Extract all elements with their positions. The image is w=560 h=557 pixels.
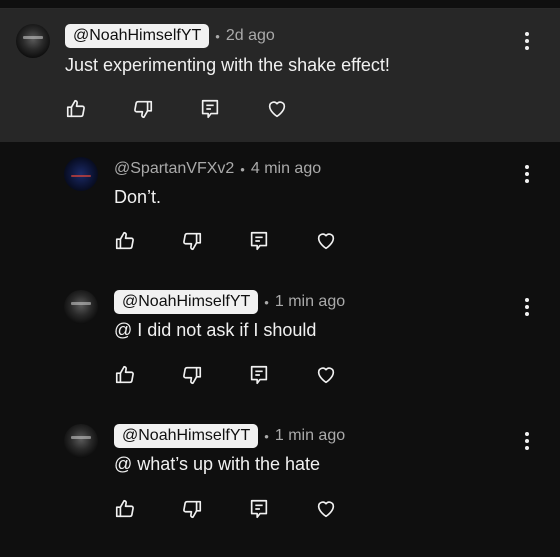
more-options-button[interactable] [517, 162, 537, 186]
thumbs-down-icon [183, 232, 202, 251]
avatar[interactable] [64, 157, 98, 191]
heart-button[interactable] [265, 97, 289, 121]
reply-icon [250, 499, 268, 519]
thumbs-up-icon [115, 499, 134, 518]
comment-actions [64, 97, 332, 121]
reply-button[interactable] [198, 97, 222, 121]
heart-icon [317, 501, 335, 518]
dislike-button[interactable] [131, 97, 155, 121]
dislike-button[interactable] [180, 497, 204, 521]
like-button[interactable] [113, 363, 137, 387]
like-button[interactable] [113, 229, 137, 253]
avatar[interactable] [64, 424, 98, 458]
comment-header: @SpartanVFXv2 • 4 min ago [114, 156, 321, 182]
comment-actions [113, 229, 381, 253]
author-handle[interactable]: @NoahHimselfYT [114, 424, 259, 448]
separator-dot: • [240, 161, 245, 177]
heart-button[interactable] [314, 229, 338, 253]
avatar[interactable] [16, 24, 50, 58]
more-vert-icon [525, 32, 529, 50]
dislike-button[interactable] [180, 363, 204, 387]
dislike-button[interactable] [180, 229, 204, 253]
separator-dot: • [264, 428, 269, 444]
reply-button[interactable] [247, 229, 271, 253]
avatar[interactable] [64, 290, 98, 324]
more-options-button[interactable] [517, 429, 537, 453]
thumbs-down-icon [183, 366, 202, 385]
heart-icon [317, 367, 335, 384]
reply-icon [250, 365, 268, 385]
top-divider [0, 0, 560, 9]
reply-icon [201, 99, 219, 119]
separator-dot: • [264, 294, 269, 310]
comment-header: @NoahHimselfYT • 2d ago [65, 23, 275, 49]
comment-text: @ I did not ask if I should [114, 320, 317, 340]
author-handle[interactable]: @NoahHimselfYT [114, 290, 259, 314]
heart-button[interactable] [314, 497, 338, 521]
like-button[interactable] [64, 97, 88, 121]
more-vert-icon [525, 165, 529, 183]
comment-text: Just experimenting with the shake effect… [65, 55, 390, 75]
thumbs-down-icon [183, 500, 202, 519]
reply-button[interactable] [247, 363, 271, 387]
thumbs-up-icon [115, 365, 134, 384]
reply-icon [250, 231, 268, 251]
heart-button[interactable] [314, 363, 338, 387]
thumbs-down-icon [134, 100, 153, 119]
separator-dot: • [215, 28, 220, 44]
more-options-button[interactable] [517, 29, 537, 53]
thumbs-up-icon [66, 99, 85, 118]
heart-icon [317, 233, 335, 250]
comment-actions [113, 497, 381, 521]
heart-icon [268, 101, 286, 118]
more-options-button[interactable] [517, 295, 537, 319]
comment-header: @NoahHimselfYT • 1 min ago [114, 289, 345, 315]
timestamp[interactable]: 4 min ago [251, 160, 321, 178]
timestamp[interactable]: 2d ago [226, 27, 275, 45]
comment-actions [113, 363, 381, 387]
more-vert-icon [525, 432, 529, 450]
reply-button[interactable] [247, 497, 271, 521]
timestamp[interactable]: 1 min ago [275, 427, 345, 445]
author-handle[interactable]: @NoahHimselfYT [65, 24, 210, 48]
timestamp[interactable]: 1 min ago [275, 293, 345, 311]
comment-text: Don’t. [114, 187, 162, 207]
like-button[interactable] [113, 497, 137, 521]
author-handle[interactable]: @SpartanVFXv2 [114, 160, 234, 178]
comment-text: @ what’s up with the hate [114, 454, 321, 474]
more-vert-icon [525, 298, 529, 316]
thumbs-up-icon [115, 231, 134, 250]
comment-header: @NoahHimselfYT • 1 min ago [114, 423, 345, 449]
